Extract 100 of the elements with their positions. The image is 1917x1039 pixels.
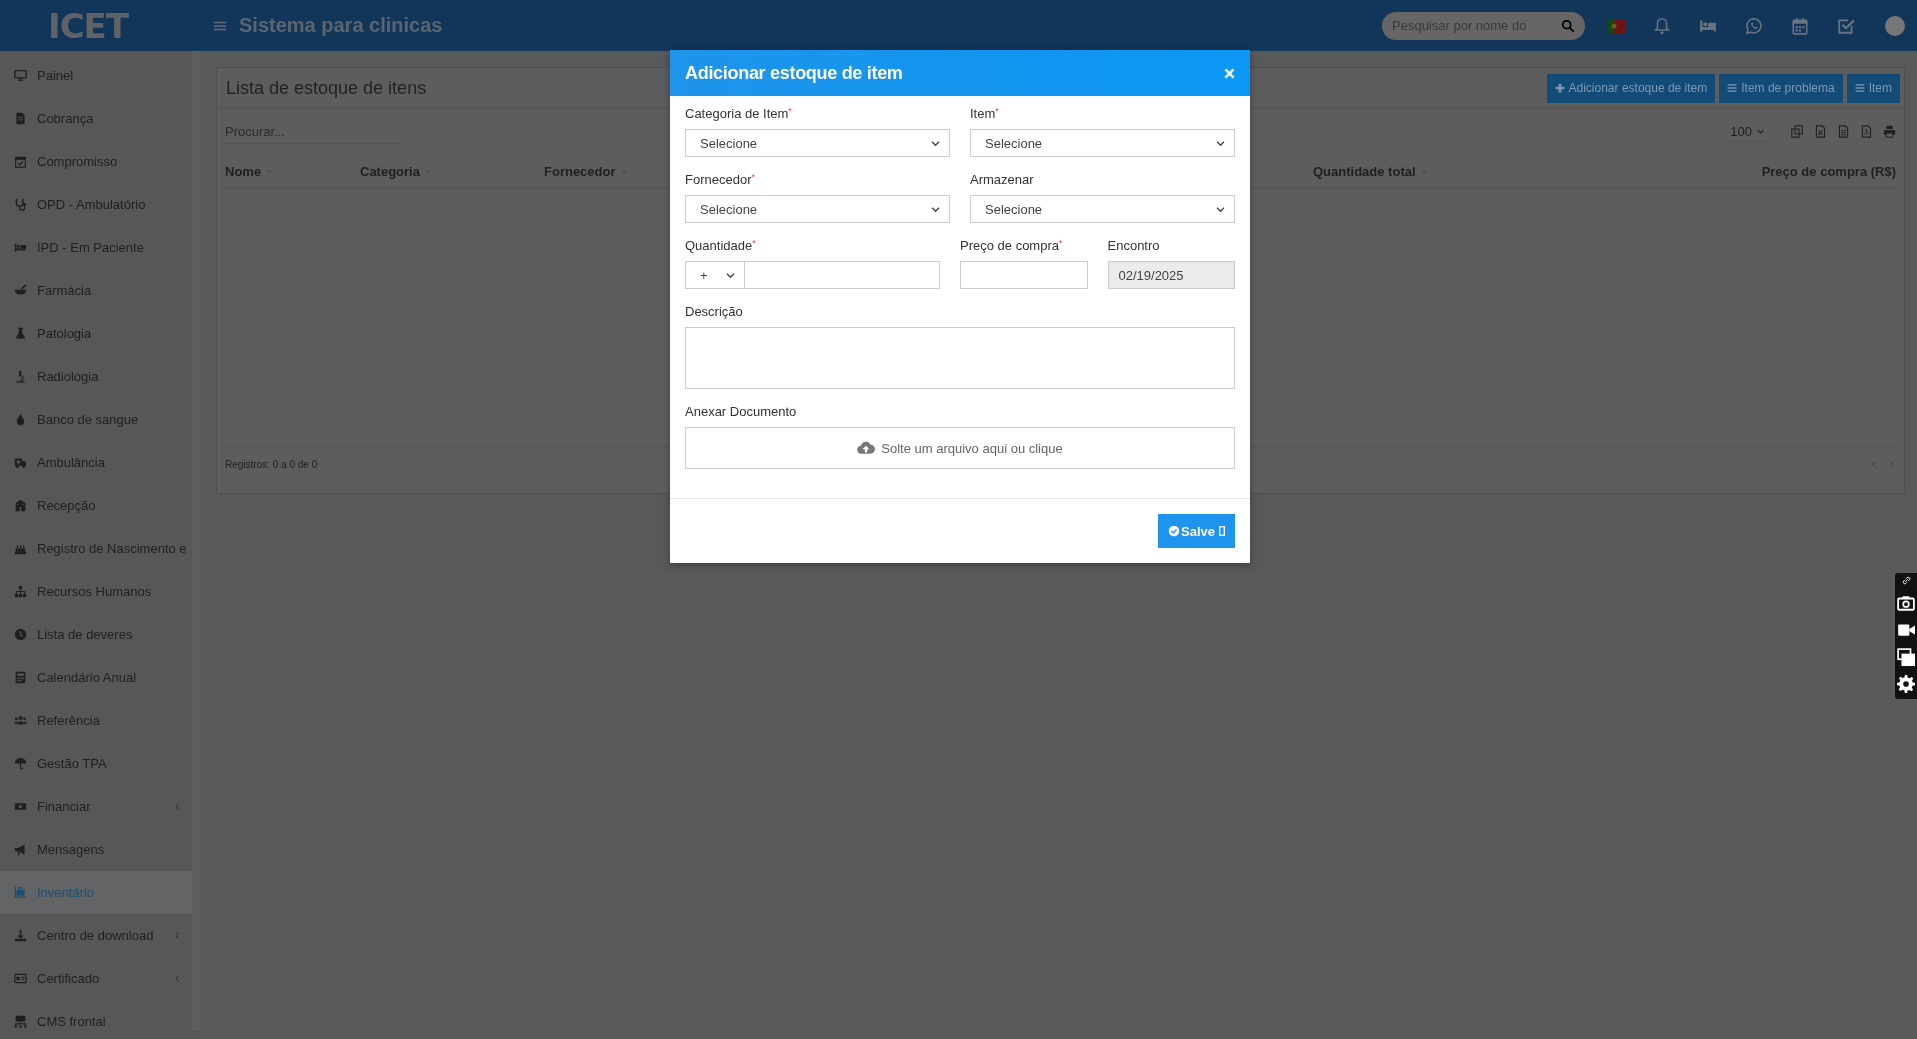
next-page-icon[interactable] — [1887, 459, 1896, 469]
sidebar-item[interactable]: IPD - Em Paciente — [0, 226, 192, 269]
check-circle-icon — [1168, 525, 1180, 537]
select-field[interactable]: Selecione — [970, 129, 1235, 157]
sidebar-item[interactable]: Radiologia — [0, 355, 192, 398]
field-label: Armazenar — [970, 172, 1035, 189]
sidebar-item[interactable]: Calendário Anual — [0, 656, 192, 699]
monitor-icon — [14, 69, 27, 82]
link-icon[interactable] — [1901, 576, 1911, 585]
field-label: Item* — [970, 106, 1000, 123]
toolbar-button[interactable]: Item — [1846, 73, 1900, 103]
ambulance-icon — [14, 456, 27, 469]
sidebar-item[interactable]: Patologia — [0, 312, 192, 355]
sidebar-item[interactable]: Recepção — [0, 484, 192, 527]
microscope-icon — [14, 370, 27, 383]
bell-icon[interactable] — [1653, 16, 1671, 35]
sidebar-item[interactable]: Financiar — [0, 785, 192, 828]
column-header[interactable]: Nome — [225, 163, 275, 179]
column-header[interactable]: Categoria — [360, 163, 433, 179]
dolly-icon — [14, 886, 27, 899]
banknote-icon — [14, 800, 27, 813]
video-camera-icon[interactable] — [1897, 621, 1915, 639]
page-size-select[interactable]: 100 — [1726, 121, 1769, 142]
sidebar-item[interactable]: Farmácia — [0, 269, 192, 312]
flask-icon — [14, 327, 27, 340]
close-icon[interactable] — [1223, 66, 1236, 80]
sidebar-item[interactable]: Recursos Humanos — [0, 570, 192, 613]
sidebar-item[interactable]: Inventário — [0, 871, 192, 914]
text-area[interactable] — [685, 327, 1235, 389]
megaphone-icon — [14, 843, 27, 856]
field-label: Preço de compra* — [960, 238, 1064, 255]
sidebar-item[interactable]: Mensagens — [0, 828, 192, 871]
sidebar-item[interactable]: Compromisso — [0, 140, 192, 183]
mortar-icon — [14, 284, 27, 297]
drop-zone[interactable]: Solte um arquivo aqui ou clique — [685, 427, 1235, 469]
sidebar-item[interactable]: Painel — [0, 54, 192, 97]
sidebar-item[interactable]: Banco de sangue — [0, 398, 192, 441]
users-icon — [14, 714, 27, 727]
date-field[interactable]: 02/19/2025 — [1107, 261, 1235, 289]
bed-icon — [14, 241, 27, 254]
sidebar-item[interactable]: Lista de deveres — [0, 613, 192, 656]
card-title: Lista de estoque de itens — [226, 77, 428, 99]
sidebar-item[interactable]: Ambulância — [0, 441, 192, 484]
building-icon — [14, 499, 27, 512]
checkbox-icon[interactable] — [1837, 16, 1855, 35]
umbrella-icon — [14, 757, 27, 770]
select-field[interactable]: Selecione — [970, 195, 1235, 223]
camera-icon[interactable] — [1897, 594, 1915, 612]
calendar-icon — [14, 155, 27, 168]
sidebar-item[interactable]: Centro de download — [0, 914, 192, 957]
sidebar-item[interactable]: Referência — [0, 699, 192, 742]
search-icon[interactable] — [1561, 18, 1575, 33]
column-header[interactable]: Quantidade total — [1313, 163, 1429, 179]
plus-icon — [1554, 83, 1565, 93]
windows-icon[interactable] — [1897, 648, 1915, 666]
id-card-icon — [14, 972, 27, 985]
document-icon — [14, 112, 27, 125]
cloud-upload-icon — [857, 439, 876, 457]
clock-icon — [14, 628, 27, 641]
previous-page-icon[interactable] — [1870, 459, 1879, 469]
column-header[interactable]: Preço de compra (R$) — [1761, 163, 1896, 179]
save-button[interactable]: Salve — [1158, 514, 1235, 548]
network-icon — [14, 1015, 27, 1028]
print-icon[interactable] — [1883, 125, 1896, 138]
column-header[interactable]: Fornecedor — [544, 163, 629, 179]
stethoscope-icon — [14, 198, 27, 211]
text-file-icon[interactable] — [1837, 125, 1850, 138]
chat-icon[interactable] — [1745, 16, 1763, 35]
calendar-icon[interactable] — [1791, 16, 1809, 35]
input-field[interactable] — [960, 261, 1088, 289]
missing-glyph-icon — [1219, 526, 1225, 536]
app-title: Sistema para clinicas — [239, 14, 443, 37]
sign-select[interactable]: + — [685, 261, 745, 289]
sidebar-item[interactable]: Certificado — [0, 957, 192, 1000]
avatar[interactable] — [1885, 15, 1905, 36]
sidebar-item[interactable]: Registro de Nascimento e — [0, 527, 192, 570]
select-field[interactable]: Selecione — [685, 195, 950, 223]
sidebar-item[interactable]: CMS frontal — [0, 1000, 192, 1039]
scrollbar[interactable] — [192, 51, 200, 1031]
sidebar-item[interactable]: Cobrança — [0, 97, 192, 140]
flag-icon[interactable] — [1607, 18, 1625, 33]
select-field[interactable]: Selecione — [685, 129, 950, 157]
modal-title: Adicionar estoque de item — [685, 62, 904, 84]
toolbar-button[interactable]: Item de problema — [1719, 73, 1843, 103]
download-icon — [14, 929, 27, 942]
field-label: Fornecedor* — [685, 172, 756, 189]
spreadsheet-file-icon[interactable] — [1814, 125, 1827, 138]
field-label: Quantidade* — [685, 238, 757, 255]
sitemap-icon — [14, 585, 27, 598]
field-label: Descrição — [685, 304, 744, 321]
list-icon — [1854, 83, 1865, 93]
settings-icon[interactable] — [1897, 675, 1915, 693]
sidebar-item[interactable]: Gestão TPA — [0, 742, 192, 785]
sidebar-item[interactable]: OPD - Ambulatório — [0, 183, 192, 226]
field-label: Categoria de Item* — [685, 106, 793, 123]
toolbar-button[interactable]: Adicionar estoque de item — [1546, 73, 1716, 103]
cake-icon — [14, 542, 27, 555]
copy-icon[interactable] — [1791, 125, 1804, 138]
input-field[interactable] — [745, 261, 940, 289]
pdf-file-icon[interactable] — [1860, 125, 1873, 138]
